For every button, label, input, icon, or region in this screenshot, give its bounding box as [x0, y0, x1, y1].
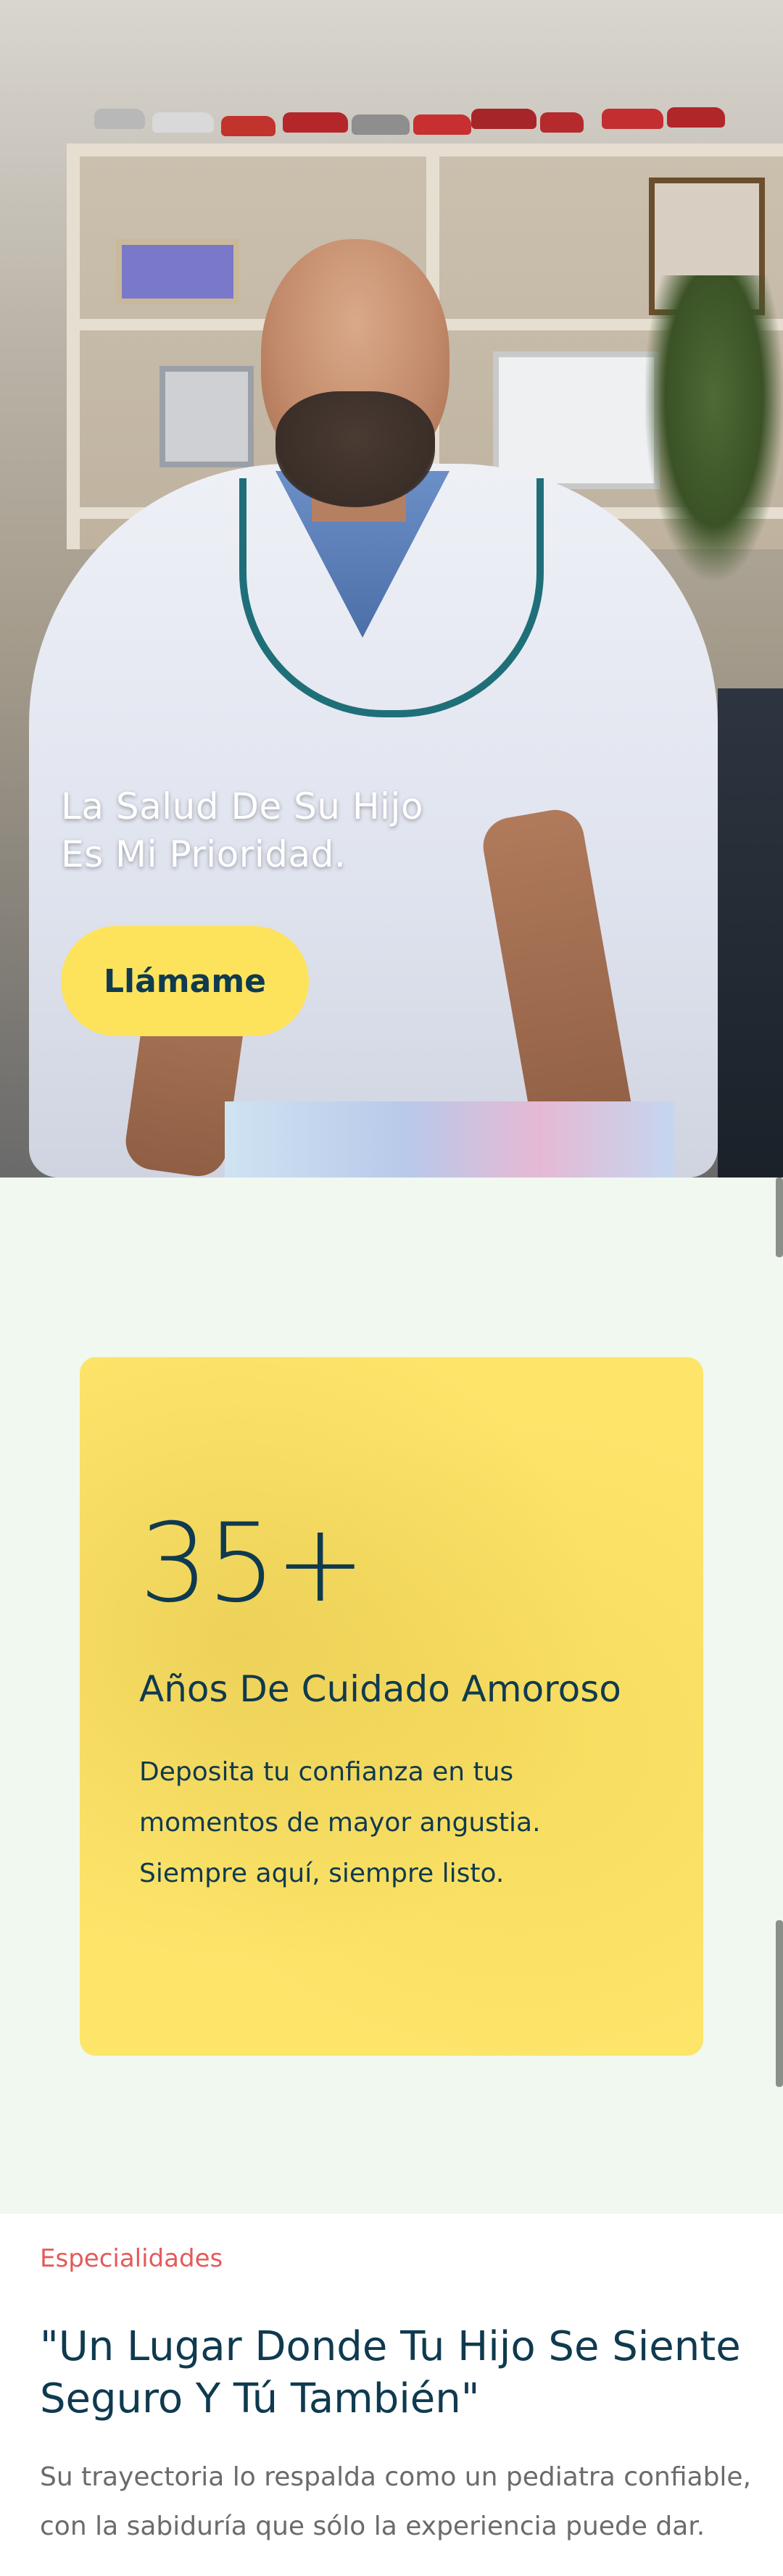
hero-title-line: La Salud De Su Hijo — [61, 785, 423, 828]
experience-card: 35+ Años De Cuidado Amoroso Deposita tu … — [80, 1357, 703, 2056]
toy-car — [471, 109, 536, 129]
toy-car — [94, 109, 145, 129]
hero-title-line: Es Mi Prioridad. — [61, 833, 347, 875]
picture-frame — [116, 239, 239, 304]
toy-car — [540, 112, 584, 133]
section-eyebrow: Especialidades — [40, 2244, 223, 2273]
section-description: Su trayectoria lo respalda como un pedia… — [40, 2453, 765, 2551]
hero-section: La Salud De Su Hijo Es Mi Prioridad. Llá… — [0, 0, 783, 1177]
description-line: con la sabiduría que sólo la experiencia… — [40, 2512, 705, 2541]
experience-description: Deposita tu confianza en tus momentos de… — [139, 1747, 574, 1899]
call-me-button[interactable]: Llámame — [61, 926, 309, 1036]
years-number: 35+ — [139, 1501, 366, 1627]
description-line: Siempre aquí, siempre listo. — [139, 1859, 505, 1888]
toy-car — [667, 107, 725, 128]
experience-section: 35+ Años De Cuidado Amoroso Deposita tu … — [0, 1177, 783, 2214]
experience-title: Años De Cuidado Amoroso — [139, 1668, 621, 1710]
toy-car — [283, 112, 348, 133]
description-line: Su trayectoria lo respalda como un pedia… — [40, 2462, 752, 2492]
section-title-line: Seguro Y Tú También" — [40, 2375, 480, 2422]
toy-car — [221, 116, 276, 136]
section-title-line: "Un Lugar Donde Tu Hijo Se Siente — [40, 2323, 741, 2370]
desk-papers — [225, 1101, 674, 1177]
plant — [645, 275, 783, 580]
scrollbar-thumb[interactable] — [776, 1920, 783, 2087]
specialties-section: Especialidades "Un Lugar Donde Tu Hijo S… — [0, 2214, 783, 2576]
toy-car — [352, 114, 410, 135]
monitor — [718, 688, 783, 1177]
scrollbar-thumb[interactable] — [776, 1177, 783, 1257]
toy-car — [602, 109, 663, 129]
description-line: momentos de mayor angustia. — [139, 1808, 541, 1838]
toy-car — [152, 112, 214, 133]
section-title: "Un Lugar Donde Tu Hijo Se Siente Seguro… — [40, 2321, 758, 2425]
toy-car — [413, 114, 471, 135]
hero-title: La Salud De Su Hijo Es Mi Prioridad. — [61, 783, 496, 878]
description-line: Deposita tu confianza en tus — [139, 1757, 514, 1787]
picture-frame — [160, 366, 254, 467]
certificate-frame — [493, 351, 660, 489]
